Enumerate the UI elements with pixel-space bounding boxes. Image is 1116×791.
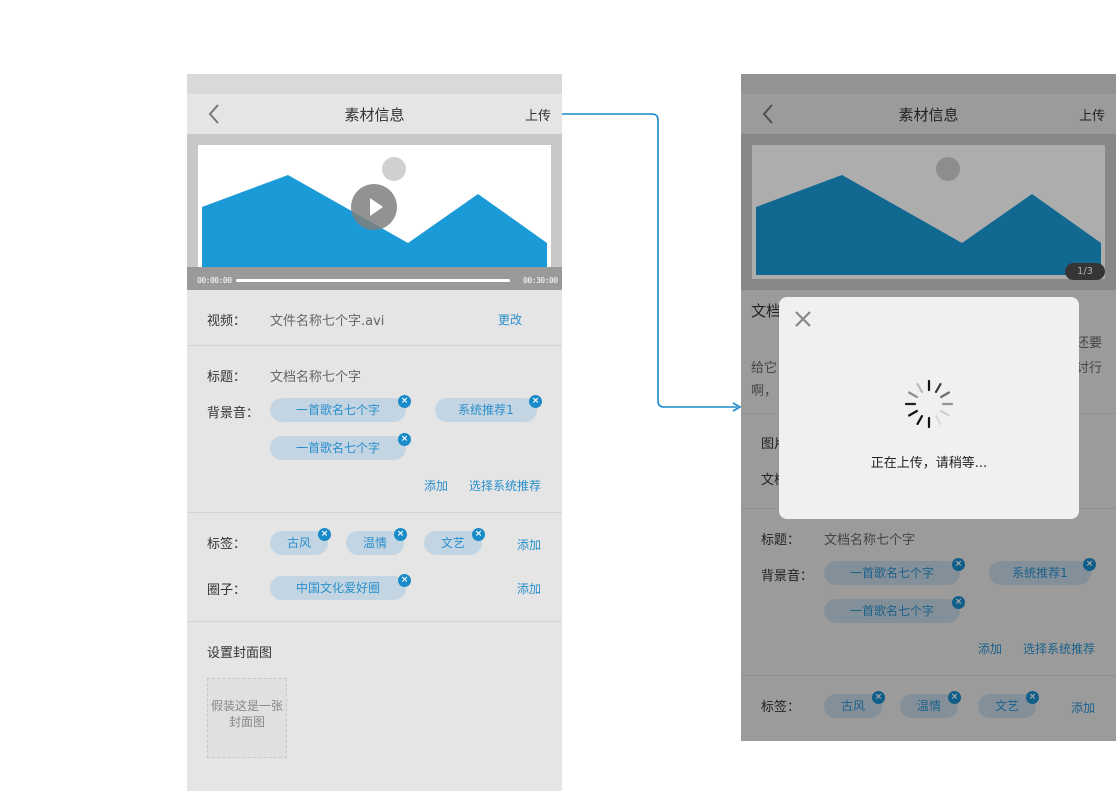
time-start: 00:00:00: [197, 276, 232, 285]
page-title: 素材信息: [344, 106, 405, 124]
time-end: 00:30:00: [523, 276, 558, 285]
remove-tag-icon[interactable]: ×: [529, 395, 542, 408]
change-video-link[interactable]: 更改: [498, 311, 522, 328]
upload-status-message: 正在上传，请稍等...: [870, 456, 988, 471]
title-label: 标题：: [207, 370, 247, 385]
remove-tag-icon[interactable]: ×: [398, 395, 411, 408]
bgm-label: 背景音：: [207, 406, 260, 421]
video-player[interactable]: 00:00:00 00:30:00: [187, 134, 562, 290]
progress-bar[interactable]: [236, 279, 510, 282]
tag-label: 文艺: [440, 536, 465, 550]
video-filename: 文件名称七个字.avi: [270, 314, 385, 329]
tag-label: 温情: [362, 536, 387, 550]
video-label: 视频：: [207, 314, 247, 329]
divider: [187, 512, 562, 513]
upload-button[interactable]: 上传: [525, 105, 551, 124]
play-button[interactable]: [351, 184, 397, 230]
player-controls: 00:00:00 00:30:00: [187, 267, 562, 290]
tags-label: 标签：: [207, 537, 247, 552]
remove-tag-icon[interactable]: ×: [398, 574, 411, 587]
title-value: 文档名称七个字: [270, 370, 362, 385]
tag-label: 一首歌名七个字: [295, 403, 380, 417]
bgm-tag[interactable]: 系统推荐1: [435, 398, 537, 422]
add-bgm-link[interactable]: 添加: [424, 477, 448, 494]
bgm-tag[interactable]: 一首歌名七个字: [270, 436, 406, 460]
status-bar: [187, 74, 562, 94]
circle-tag[interactable]: 中国文化爱好圈: [270, 576, 406, 600]
select-system-bgm-link[interactable]: 选择系统推荐: [469, 477, 541, 494]
tag-label: 古风: [286, 536, 311, 550]
circle-label: 圈子：: [207, 583, 247, 598]
close-icon[interactable]: [793, 309, 813, 329]
remove-tag-icon[interactable]: ×: [318, 528, 331, 541]
tag-label: 系统推荐1: [458, 403, 514, 417]
nav-bar: 素材信息 上传: [187, 94, 562, 134]
loading-spinner-icon: [904, 379, 954, 429]
material-info-screen: 素材信息 上传 00:00:00 00:30:00 视频： 文件名称七个字.av…: [187, 74, 562, 791]
tag-label: 中国文化爱好圈: [295, 581, 380, 595]
cover-image-placeholder[interactable]: 假装这是一张封面图: [207, 678, 287, 758]
cover-section-label: 设置封面图: [207, 646, 273, 661]
remove-tag-icon[interactable]: ×: [394, 528, 407, 541]
add-tag-link[interactable]: 添加: [517, 536, 541, 553]
remove-tag-icon[interactable]: ×: [398, 433, 411, 446]
divider: [187, 345, 562, 346]
remove-tag-icon[interactable]: ×: [472, 528, 485, 541]
divider: [187, 621, 562, 622]
upload-progress-dialog: 正在上传，请稍等...: [779, 297, 1079, 519]
tag-label: 一首歌名七个字: [295, 441, 380, 455]
bgm-tag[interactable]: 一首歌名七个字: [270, 398, 406, 422]
add-circle-link[interactable]: 添加: [517, 580, 541, 597]
